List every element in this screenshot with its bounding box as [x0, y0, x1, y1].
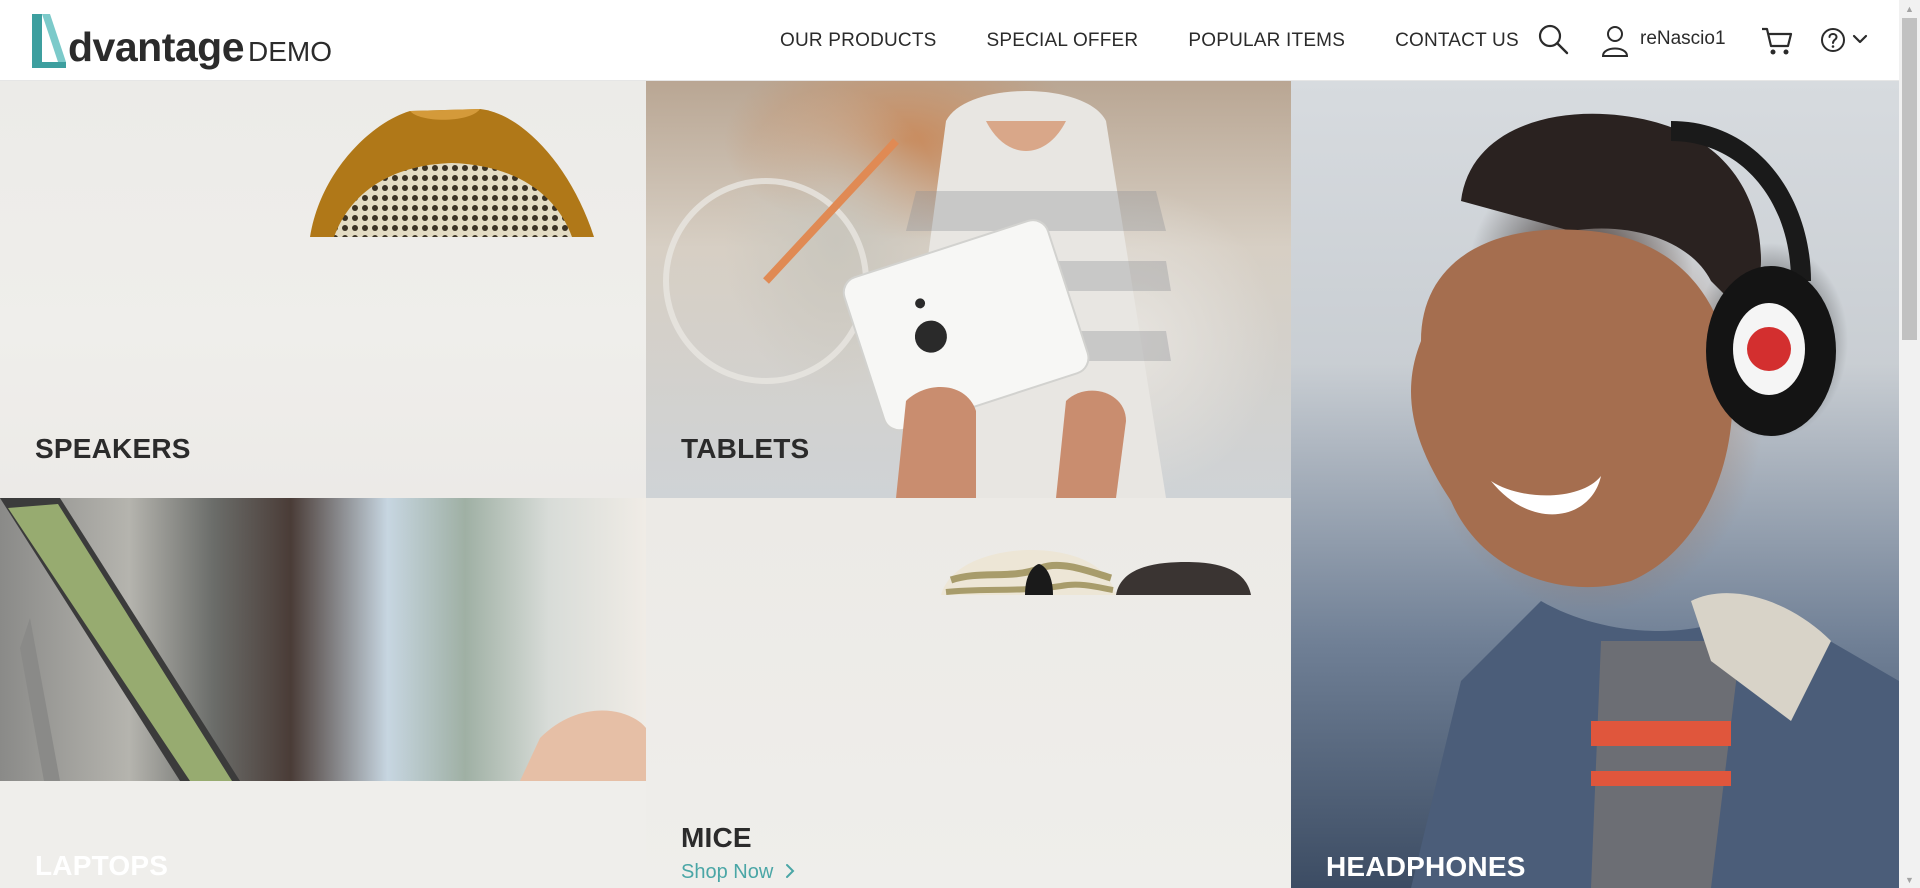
cart-icon[interactable]	[1760, 24, 1794, 63]
category-label-tablets[interactable]: TABLETS	[681, 433, 809, 465]
speaker-image	[310, 103, 594, 237]
user-icon[interactable]	[1600, 24, 1630, 63]
site-header: dvantage DEMO OUR PRODUCTS SPECIAL OFFER…	[0, 0, 1899, 81]
scrollbar-thumb[interactable]	[1902, 18, 1917, 340]
main-nav: OUR PRODUCTS SPECIAL OFFER POPULAR ITEMS…	[780, 0, 1519, 81]
logo-demo: DEMO	[248, 36, 332, 67]
laptop-photo	[0, 498, 646, 781]
shop-now-label[interactable]: Shop Now	[681, 861, 773, 883]
mice-image	[941, 550, 1251, 595]
chevron-right-icon	[785, 864, 795, 878]
help-icon[interactable]	[1820, 26, 1848, 59]
category-label-headphones[interactable]: HEADPHONES	[1326, 851, 1526, 883]
scroll-up-arrow-icon[interactable]: ▲	[1899, 0, 1920, 17]
search-icon[interactable]	[1536, 22, 1570, 61]
nav-popular-items[interactable]: POPULAR ITEMS	[1188, 30, 1345, 52]
category-tile-tablets[interactable]: TABLETS	[646, 81, 1291, 498]
headphones-photo	[1291, 81, 1899, 888]
category-tile-headphones[interactable]: HEADPHONES	[1291, 81, 1899, 888]
scroll-down-arrow-icon[interactable]: ▼	[1899, 871, 1920, 888]
nav-our-products[interactable]: OUR PRODUCTS	[780, 30, 937, 52]
logo-word: dvantage	[68, 24, 245, 70]
category-tile-laptops[interactable]: LAPTOPS	[0, 498, 646, 888]
logo-mark-icon	[28, 12, 68, 70]
chevron-down-icon[interactable]	[1852, 32, 1868, 50]
shop-now-link[interactable]: Shop Now	[35, 861, 795, 884]
category-tile-speakers[interactable]: SPEAKERS	[0, 81, 646, 498]
advantage-logo[interactable]: dvantage DEMO	[28, 12, 332, 70]
page-scrollbar[interactable]: ▲ ▼	[1899, 0, 1920, 888]
nav-special-offer[interactable]: SPECIAL OFFER	[987, 30, 1139, 52]
category-label-speakers[interactable]: SPEAKERS	[35, 433, 191, 465]
nav-contact-us[interactable]: CONTACT US	[1395, 30, 1519, 52]
category-tile-mice[interactable]: MICE	[646, 498, 1291, 888]
user-name[interactable]: reNascio1	[1640, 28, 1726, 50]
category-label-mice[interactable]: MICE	[681, 822, 752, 854]
